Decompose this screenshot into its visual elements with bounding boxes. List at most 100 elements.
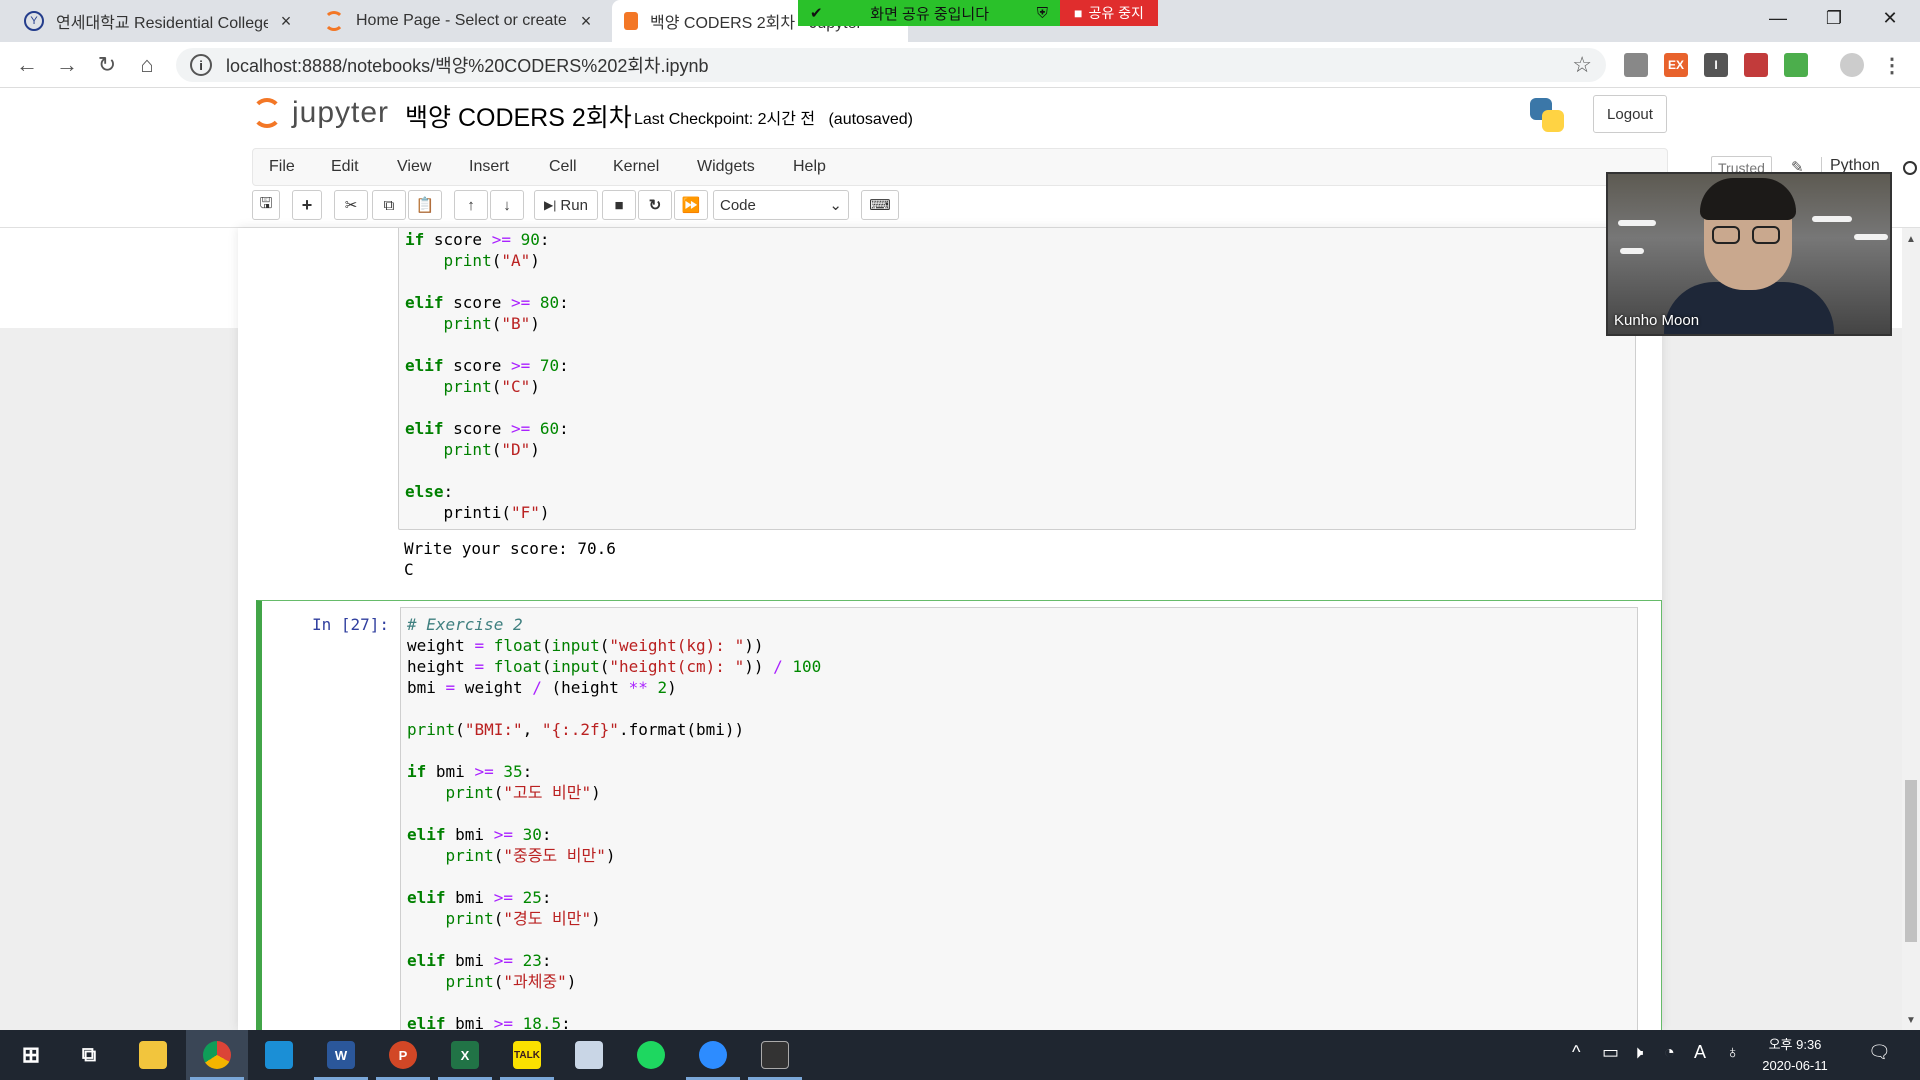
yonsei-icon: Y — [24, 11, 44, 31]
video-participant-tile[interactable]: Kunho Moon — [1606, 172, 1892, 336]
star-icon[interactable]: ☆ — [1572, 52, 1592, 78]
code-line: print("고도 비만") — [445, 783, 601, 802]
arrow-up-icon: ↑ — [467, 196, 475, 214]
stop-share-button[interactable]: ■ 공유 중지 — [1060, 0, 1158, 26]
zoom-icon — [699, 1041, 727, 1069]
menu-help[interactable]: Help — [793, 158, 826, 176]
code-line: print("D") — [443, 440, 540, 459]
tray-chevron-up-icon[interactable]: ^ — [1572, 1042, 1580, 1063]
cell-2-code[interactable]: # Exercise 2 weight = float(input("weight… — [407, 614, 1631, 1030]
cell-type-select[interactable]: Code ⌄ — [713, 190, 849, 220]
paste-button[interactable]: 📋 — [408, 190, 442, 220]
code-cell-2-selected[interactable]: In [27]: # Exercise 2 weight = float(inpu… — [256, 600, 1662, 1030]
i-extension-icon[interactable]: I — [1704, 53, 1728, 77]
move-down-button[interactable]: ↓ — [490, 190, 524, 220]
task-view-icon: ⧉ — [81, 1043, 97, 1066]
logout-button[interactable]: Logout — [1593, 95, 1667, 133]
menu-edit[interactable]: Edit — [331, 158, 359, 176]
code-line: bmi = weight / (height ** 2) — [407, 678, 677, 697]
start-button[interactable]: ⊞ — [0, 1030, 62, 1080]
close-window-button[interactable]: ✕ — [1862, 0, 1918, 36]
tab-yonsei[interactable]: Y 연세대학교 Residential College × — [12, 0, 308, 42]
run-button[interactable]: ▶| Run — [534, 190, 598, 220]
scroll-down-icon[interactable]: ▼ — [1902, 1015, 1920, 1026]
home-icon[interactable]: ⌂ — [132, 50, 162, 80]
move-up-button[interactable]: ↑ — [454, 190, 488, 220]
share-status: ✔ 화면 공유 중입니다 ⛨ — [798, 0, 1060, 26]
cell-1-code[interactable]: if score >= 90: print("A") elif score >=… — [405, 229, 1629, 523]
restore-button[interactable]: ❐ — [1806, 0, 1862, 36]
volume-muted-icon[interactable]: 🕨 — [1632, 1042, 1643, 1063]
powerpoint-icon: P — [389, 1041, 417, 1069]
interrupt-button[interactable]: ■ — [602, 190, 636, 220]
jupyter-logo[interactable]: jupyter — [252, 96, 389, 130]
chrome-button[interactable] — [186, 1030, 248, 1080]
insert-cell-button[interactable]: + — [292, 190, 322, 220]
output-line: C — [404, 560, 414, 579]
step-icon: ▶| — [544, 198, 557, 212]
kakaotalk-icon: TALK — [513, 1041, 541, 1069]
code-line: elif bmi >= 18.5: — [407, 1014, 571, 1030]
tab-home-page[interactable]: Home Page - Select or create a × — [312, 0, 608, 42]
powerpoint-button[interactable]: P — [372, 1030, 434, 1080]
menu-file[interactable]: File — [269, 158, 295, 176]
system-clock[interactable]: 오후 9:36 2020-06-11 — [1750, 1034, 1840, 1076]
minimize-button[interactable]: — — [1750, 0, 1806, 36]
ex-extension-icon[interactable]: EX — [1664, 53, 1688, 77]
pen-icon[interactable]: ♁ — [1726, 1042, 1740, 1063]
extension-icon[interactable] — [1624, 53, 1648, 77]
notebook-icon — [624, 12, 638, 30]
copy-button[interactable]: ⧉ — [372, 190, 406, 220]
code-cell-1[interactable]: if score >= 90: print("A") elif score >=… — [398, 228, 1636, 530]
menu-kernel[interactable]: Kernel — [613, 158, 659, 176]
spotify-button[interactable] — [620, 1030, 682, 1080]
cut-button[interactable]: ✂ — [334, 190, 368, 220]
page-scrollbar[interactable]: ▲ ▼ — [1902, 228, 1920, 1030]
restart-icon: ↻ — [648, 197, 662, 214]
pdf-extension-icon[interactable] — [1744, 53, 1768, 77]
notebook-name[interactable]: 백양 CODERS 2회차 — [405, 98, 632, 134]
close-icon[interactable]: × — [576, 11, 596, 32]
command-palette-button[interactable]: ⌨ — [861, 190, 899, 220]
info-icon: i — [190, 54, 212, 76]
code-line: print("B") — [443, 314, 540, 333]
wifi-icon[interactable]: ◔ — [1664, 1042, 1675, 1063]
paint-button[interactable] — [558, 1030, 620, 1080]
more-icon[interactable]: ⋮ — [1880, 53, 1904, 77]
zoom-button[interactable] — [682, 1030, 744, 1080]
stop-icon: ■ — [614, 196, 624, 214]
restart-run-all-button[interactable]: ⏩ — [674, 190, 708, 220]
file-explorer-button[interactable] — [122, 1030, 184, 1080]
fast-forward-icon: ⏩ — [681, 197, 701, 214]
menu-view[interactable]: View — [397, 158, 431, 176]
ime-indicator[interactable]: A — [1694, 1042, 1706, 1063]
menu-insert[interactable]: Insert — [469, 158, 509, 176]
person-hair — [1700, 178, 1796, 220]
terminal-button[interactable] — [744, 1030, 806, 1080]
forward-icon[interactable]: → — [52, 50, 82, 80]
scroll-thumb[interactable] — [1905, 780, 1917, 942]
notifications-icon[interactable]: 🗨 — [1868, 1042, 1891, 1063]
profile-icon[interactable] — [1840, 53, 1864, 77]
green-extension-icon[interactable] — [1784, 53, 1808, 77]
menu-widgets[interactable]: Widgets — [697, 158, 755, 176]
cell-2-input[interactable]: # Exercise 2 weight = float(input("weight… — [400, 607, 1638, 1030]
reload-icon[interactable]: ↻ — [92, 50, 122, 80]
back-icon[interactable]: ← — [12, 50, 42, 80]
close-icon[interactable]: × — [276, 11, 296, 32]
url-bar[interactable]: i localhost:8888/notebooks/백양%20CODERS%2… — [176, 48, 1606, 82]
save-button[interactable]: 🖫 — [252, 190, 280, 220]
excel-button[interactable]: X — [434, 1030, 496, 1080]
menu-cell[interactable]: Cell — [549, 158, 577, 176]
code-line: if bmi >= 35: — [407, 762, 533, 781]
restart-button[interactable]: ↻ — [638, 190, 672, 220]
task-view-button[interactable]: ⧉ — [58, 1030, 120, 1080]
battery-icon[interactable]: ▭ — [1602, 1042, 1619, 1063]
blue-app-button[interactable] — [248, 1030, 310, 1080]
scroll-up-icon[interactable]: ▲ — [1902, 234, 1920, 245]
kakaotalk-button[interactable]: TALK — [496, 1030, 558, 1080]
plus-icon: + — [301, 194, 313, 215]
word-button[interactable]: W — [310, 1030, 372, 1080]
code-line: elif score >= 80: — [405, 293, 569, 312]
arrow-down-icon: ↓ — [503, 196, 511, 214]
